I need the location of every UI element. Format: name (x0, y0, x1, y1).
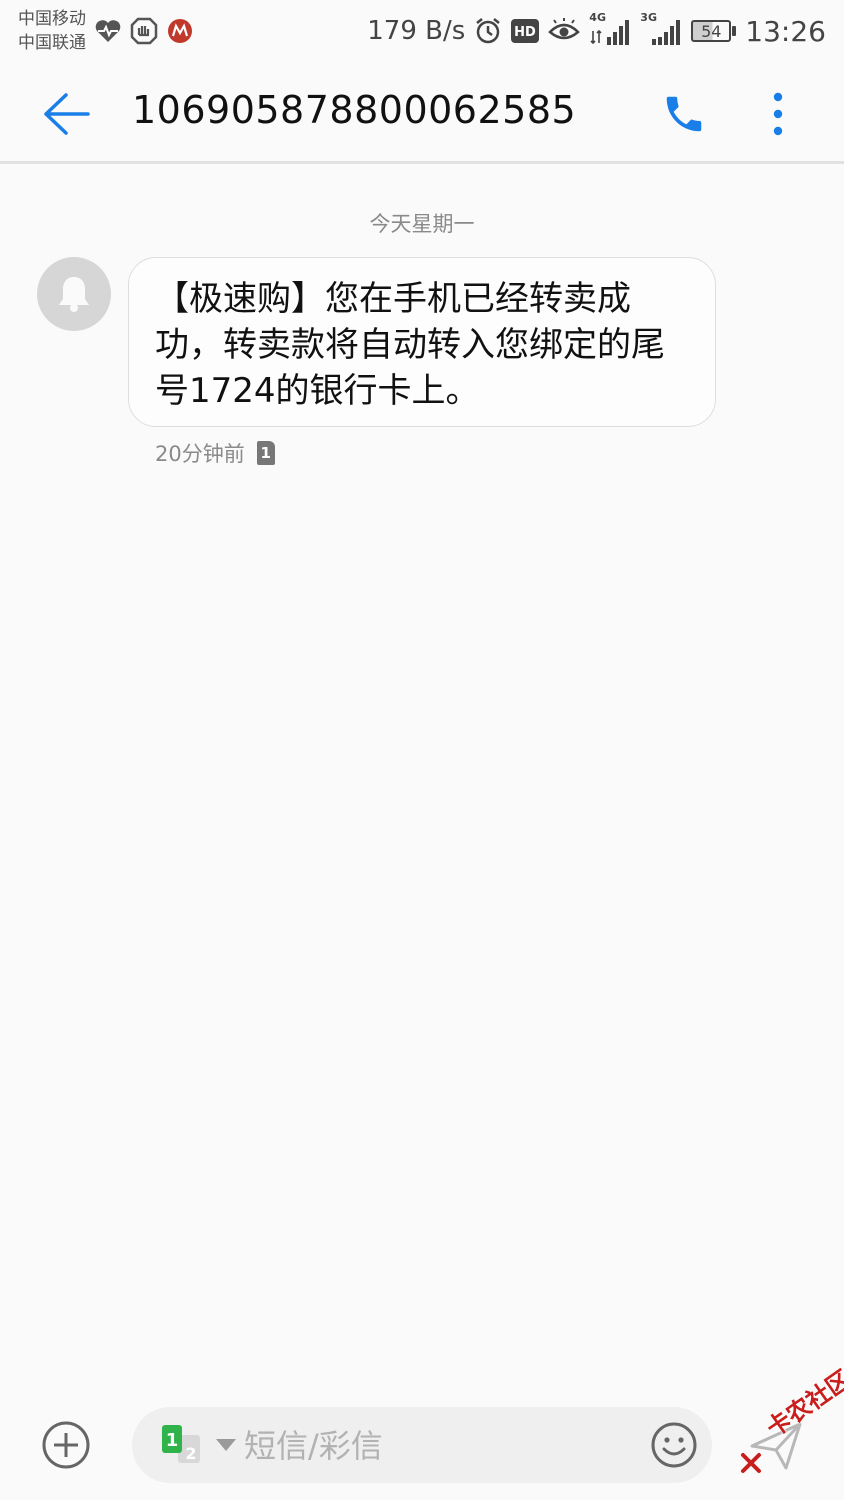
hd-icon: HD (511, 19, 540, 43)
sim-card-icon: 1 (256, 441, 275, 465)
carrier-1: 中国移动 (18, 9, 86, 29)
message-time: 20分钟前 (155, 442, 245, 466)
call-button[interactable] (656, 86, 712, 142)
status-left: 中国移动 中国联通 (18, 7, 194, 55)
net-1-label: 4G (589, 11, 606, 24)
bank-app-icon (166, 17, 194, 45)
sim-secondary-label: 2 (185, 1444, 196, 1463)
back-button[interactable] (38, 86, 94, 142)
clock: 13:26 (745, 14, 826, 48)
signal-4g-icon: 4G (589, 11, 631, 45)
status-right: 179 B/s HD 4G 3G 54 13:26 (367, 11, 826, 48)
app-bar: 106905878800062585 (0, 62, 844, 164)
message-meta: 20分钟前 1 (155, 438, 275, 468)
battery-icon: 54 (691, 20, 737, 42)
battery-level: 54 (691, 20, 732, 42)
contact-avatar[interactable] (37, 257, 111, 331)
sim-primary-label: 1 (166, 1430, 179, 1451)
message-text: 【极速购】您在手机已经转卖成功，转卖款将自动转入您绑定的尾号1724的银行卡上。 (155, 279, 665, 411)
alarm-icon (474, 17, 502, 45)
network-speed: 179 B/s (367, 16, 466, 46)
more-options-button[interactable] (752, 86, 804, 142)
eye-icon (548, 18, 581, 44)
message-bubble[interactable]: 【极速购】您在手机已经转卖成功，转卖款将自动转入您绑定的尾号1724的银行卡上。 (128, 257, 716, 427)
carrier-names: 中国移动 中国联通 (18, 7, 86, 55)
emoji-icon (651, 1422, 697, 1468)
heart-monitor-icon (94, 18, 122, 44)
shield-app-icon (130, 17, 158, 45)
contact-number: 106905878800062585 (132, 88, 577, 132)
more-vertical-icon (773, 92, 783, 136)
emoji-button[interactable] (650, 1421, 698, 1469)
signal-3g-icon: 3G (640, 11, 682, 45)
status-bar: 中国移动 中国联通 179 B/s HD 4G 3G 54 13:26 (0, 0, 844, 62)
message-sim-number: 1 (260, 444, 271, 462)
message-input[interactable] (242, 1421, 626, 1471)
notification-bell-icon (59, 277, 89, 312)
composer: 1 2 (132, 1407, 712, 1483)
add-attachment-button[interactable] (40, 1419, 92, 1471)
phone-call-icon (666, 96, 702, 132)
sim-switch-icon[interactable]: 1 2 (160, 1425, 208, 1465)
date-separator: 今天星期一 (369, 212, 475, 236)
watermark-logo-icon (740, 1452, 762, 1478)
net-2-label: 3G (640, 11, 657, 24)
carrier-2: 中国联通 (18, 33, 86, 53)
battery-tip (732, 26, 737, 36)
hd-label: HD (514, 25, 536, 40)
add-circle-icon (42, 1421, 90, 1469)
sms-conversation-screen: 中国移动 中国联通 179 B/s HD 4G 3G 54 13:26 1069… (0, 0, 844, 1500)
sim-dropdown-caret-icon[interactable] (216, 1439, 236, 1451)
back-arrow-icon (44, 93, 90, 135)
